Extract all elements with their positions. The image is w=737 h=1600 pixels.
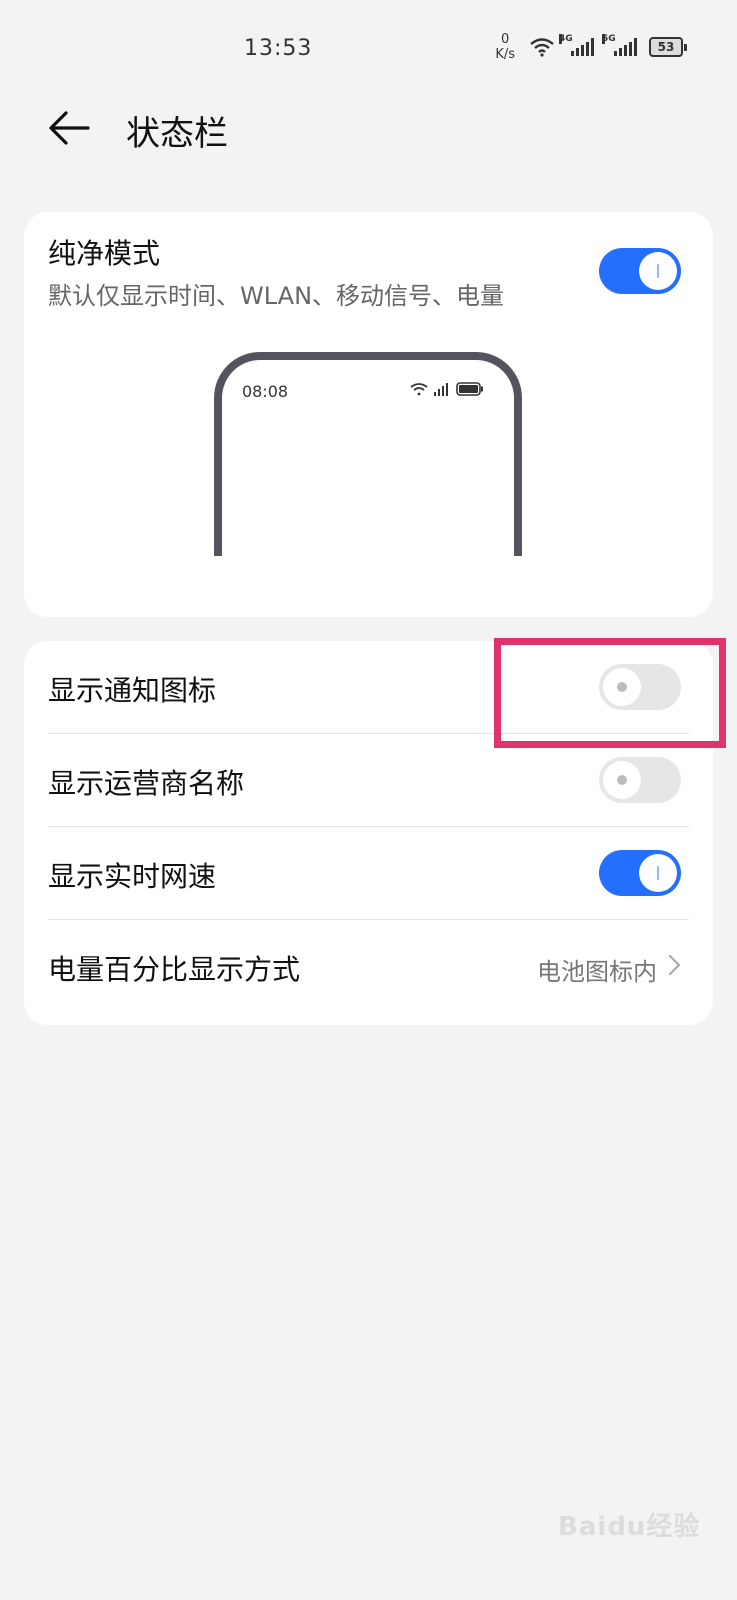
- battery-mode-value: 电池图标内: [537, 958, 657, 986]
- pure-mode-card: 纯净模式 默认仅显示时间、WLAN、移动信号、电量 08:08: [24, 212, 713, 617]
- signal-4g-icon: 4G: [559, 34, 594, 56]
- battery-level: 53: [649, 37, 683, 57]
- arrow-left-icon: [49, 111, 90, 145]
- signal-5g-icon: 5G: [602, 34, 637, 56]
- status-bar-preview: 08:08: [214, 352, 524, 556]
- chevron-right-icon: [668, 954, 681, 976]
- page-title: 状态栏: [126, 114, 228, 154]
- list-item-label: 显示运营商名称: [48, 767, 245, 800]
- preview-time: 08:08: [242, 382, 289, 401]
- preview-status-icons: [410, 382, 484, 396]
- watermark: Baidu经验: [558, 1512, 701, 1542]
- status-bar: 13:53 0 K/s 4G 5G 53: [0, 0, 737, 100]
- toggle-knob: [603, 761, 641, 799]
- list-item-label: 显示实时网速: [48, 860, 217, 893]
- toggle-knob: [639, 252, 677, 290]
- list-item-battery-percentage-mode[interactable]: 电量百分比显示方式 电池图标内: [24, 920, 713, 1012]
- pure-mode-title: 纯净模式: [48, 237, 161, 270]
- battery-icon: [456, 382, 483, 396]
- carrier-name-toggle[interactable]: [599, 757, 681, 803]
- battery-icon: 53: [649, 37, 687, 57]
- signal-5g-label: 5G: [602, 34, 616, 44]
- signal-4g-label: 4G: [559, 34, 573, 44]
- toggle-knob: [639, 854, 677, 892]
- highlight-box: [494, 638, 726, 748]
- net-speed-unit: K/s: [495, 47, 515, 62]
- back-button[interactable]: [46, 108, 96, 148]
- status-icons: 0 K/s 4G 5G 53: [495, 32, 687, 62]
- net-speed: 0 K/s: [495, 32, 515, 62]
- pure-mode-toggle[interactable]: [599, 248, 681, 294]
- page-header: 状态栏: [0, 100, 737, 160]
- list-item-label: 电量百分比显示方式: [48, 953, 301, 986]
- pure-mode-subtitle: 默认仅显示时间、WLAN、移动信号、电量: [48, 282, 505, 310]
- status-time: 13:53: [244, 36, 313, 61]
- network-speed-toggle[interactable]: [599, 850, 681, 896]
- list-item-label: 显示通知图标: [48, 674, 217, 707]
- list-item-show-network-speed[interactable]: 显示实时网速: [24, 827, 713, 919]
- wifi-icon: [410, 383, 428, 396]
- wifi-icon: [530, 38, 554, 57]
- signal-icon: [434, 383, 448, 396]
- net-speed-value: 0: [501, 32, 510, 47]
